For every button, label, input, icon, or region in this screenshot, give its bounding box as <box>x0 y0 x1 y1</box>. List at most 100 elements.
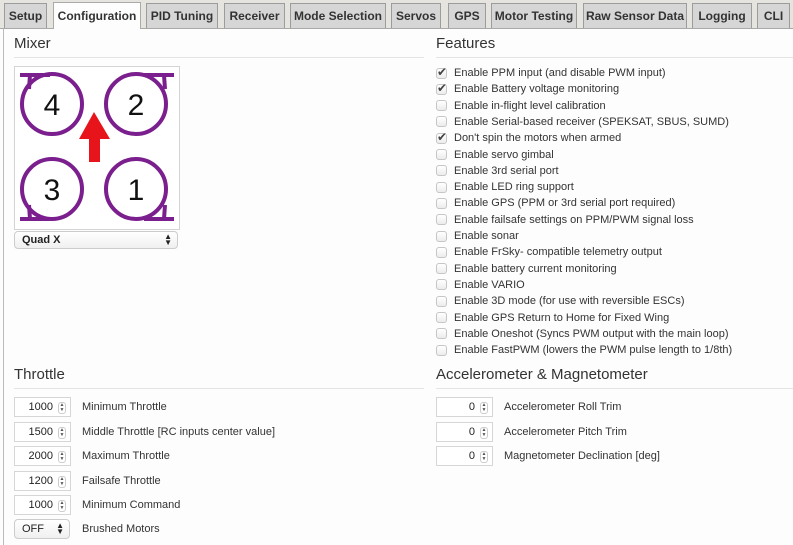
feature-checkbox[interactable] <box>436 65 447 79</box>
feature-item[interactable]: Enable GPS (PPM or 3rd serial port requi… <box>436 195 675 211</box>
mixer-preview: 4 2 3 1 <box>14 66 180 230</box>
throttle-field-input[interactable]: 2000 ▲ ▼ <box>14 446 71 466</box>
feature-item[interactable]: Enable 3D mode (for use with reversible … <box>436 293 684 309</box>
spinner-icon[interactable]: ▲ ▼ <box>58 426 66 439</box>
feature-item[interactable]: Enable FastPWM (lowers the PWM pulse len… <box>436 342 732 358</box>
feature-item[interactable]: Enable VARIO <box>436 277 525 293</box>
mixer-type-select[interactable]: Quad X ▲ ▼ <box>14 231 178 249</box>
feature-item[interactable]: Enable LED ring support <box>436 179 574 195</box>
tab-mode-selection[interactable]: Mode Selection <box>290 3 386 28</box>
feature-checkbox[interactable] <box>436 230 447 242</box>
feature-checkbox[interactable] <box>436 165 447 177</box>
feature-checkbox[interactable] <box>436 279 447 291</box>
accel-field-input[interactable]: 0 ▲ ▼ <box>436 421 493 442</box>
feature-item[interactable]: Enable Oneshot (Syncs PWM output with th… <box>436 326 729 342</box>
tab-servos[interactable]: Servos <box>391 3 441 28</box>
feature-label: Enable servo gimbal <box>454 148 554 161</box>
feature-checkbox[interactable] <box>436 214 447 226</box>
feature-checkbox[interactable] <box>436 130 447 144</box>
feature-item[interactable]: Enable FrSky- compatible telemetry outpu… <box>436 244 662 260</box>
feature-item[interactable]: Enable GPS Return to Home for Fixed Wing <box>436 310 669 326</box>
divider <box>14 57 424 58</box>
feature-label: Enable battery current monitoring <box>454 262 617 275</box>
tab-setup[interactable]: Setup <box>4 3 47 28</box>
spinner-icon[interactable]: ▲ ▼ <box>480 426 488 439</box>
throttle-field-row: 2000 ▲ ▼ Maximum Throttle <box>14 446 170 466</box>
throttle-field-input[interactable]: 1000 ▲ ▼ <box>14 495 71 515</box>
throttle-field-row: 1500 ▲ ▼ Middle Throttle [RC inputs center … <box>14 421 275 442</box>
feature-item[interactable]: Enable PPM input (and disable PWM input) <box>436 65 666 81</box>
throttle-field-value: 1000 <box>28 499 53 511</box>
tab-configuration[interactable]: Configuration <box>53 2 141 29</box>
accel-field-input[interactable]: 0 ▲ ▼ <box>436 446 493 466</box>
throttle-field-input[interactable]: 1200 ▲ ▼ <box>14 470 71 491</box>
mixer-title: Mixer <box>14 35 51 52</box>
tab-receiver[interactable]: Receiver <box>224 3 285 28</box>
accel-field-row: 0 ▲ ▼ Accelerometer Roll Trim <box>436 397 621 417</box>
accel-field-input[interactable]: 0 ▲ ▼ <box>436 397 493 417</box>
tab-bar: Setup Configuration PID Tuning Receiver … <box>0 0 793 29</box>
feature-checkbox[interactable] <box>436 197 447 209</box>
feature-label: Enable in-flight level calibration <box>454 99 606 112</box>
feature-checkbox[interactable] <box>436 295 447 307</box>
feature-item[interactable]: Enable servo gimbal <box>436 147 554 163</box>
feature-item[interactable]: Enable Battery voltage monitoring <box>436 81 619 97</box>
feature-checkbox[interactable] <box>436 312 447 323</box>
feature-checkbox[interactable] <box>436 116 447 128</box>
feature-item[interactable]: Enable failsafe settings on PPM/PWM sign… <box>436 212 694 228</box>
feature-item[interactable]: Enable sonar <box>436 228 519 244</box>
motor-label-1: 1 <box>128 174 145 207</box>
feature-checkbox[interactable] <box>436 81 447 95</box>
feature-label: Enable FastPWM (lowers the PWM pulse len… <box>454 344 733 357</box>
feature-label: Enable FrSky- compatible telemetry outpu… <box>454 246 662 259</box>
throttle-field-row: 1200 ▲ ▼ Failsafe Throttle <box>14 470 161 491</box>
spinner-icon[interactable]: ▲ ▼ <box>58 500 66 512</box>
divider <box>436 388 793 389</box>
tab-raw-sensor-data[interactable]: Raw Sensor Data <box>583 3 687 28</box>
mixer-type-value: Quad X <box>22 234 61 246</box>
feature-item[interactable]: Enable Serial-based receiver (SPEKSAT, S… <box>436 114 729 130</box>
feature-item[interactable]: Enable in-flight level calibration <box>436 98 606 114</box>
throttle-field-label: Minimum Throttle <box>82 401 167 413</box>
tab-cli[interactable]: CLI <box>757 3 790 28</box>
throttle-field-value: 1000 <box>28 401 53 413</box>
spinner-icon[interactable]: ▲ ▼ <box>58 451 66 463</box>
feature-checkbox[interactable] <box>436 328 447 340</box>
throttle-field-row: 1000 ▲ ▼ Minimum Throttle <box>14 397 167 417</box>
feature-label: Enable GPS (PPM or 3rd serial port requi… <box>454 197 676 210</box>
accel-field-value: 0 <box>468 450 475 462</box>
throttle-title: Throttle <box>14 366 65 383</box>
tab-pid-tuning[interactable]: PID Tuning <box>146 3 218 28</box>
feature-checkbox[interactable] <box>436 100 447 112</box>
throttle-field-value: 1500 <box>28 425 53 438</box>
throttle-field-value: 2000 <box>28 450 53 462</box>
accel-field-label: Magnetometer Declination [deg] <box>504 450 660 462</box>
feature-checkbox[interactable] <box>436 181 447 193</box>
throttle-field-input[interactable]: 1500 ▲ ▼ <box>14 421 71 442</box>
select-arrows-icon: ▲ ▼ <box>56 521 64 536</box>
feature-checkbox[interactable] <box>436 149 447 160</box>
feature-checkbox[interactable] <box>436 344 447 356</box>
spinner-icon[interactable]: ▲ ▼ <box>480 402 488 414</box>
feature-item[interactable]: Don't spin the motors when armed <box>436 130 621 146</box>
brushed-motors-select[interactable]: OFF ▲ ▼ <box>14 519 70 539</box>
feature-item[interactable]: Enable 3rd serial port <box>436 163 559 179</box>
throttle-field-input[interactable]: 1000 ▲ ▼ <box>14 397 71 417</box>
accel-field-label: Accelerometer Pitch Trim <box>504 425 627 438</box>
feature-label: Enable GPS Return to Home for Fixed Wing <box>454 311 670 324</box>
throttle-field-label: Maximum Throttle <box>82 450 170 462</box>
feature-label: Enable Serial-based receiver (SPEKSAT, S… <box>454 115 729 128</box>
divider <box>14 388 424 389</box>
feature-item[interactable]: Enable battery current monitoring <box>436 261 617 277</box>
tab-gps[interactable]: GPS <box>448 3 486 28</box>
accel-field-row: 0 ▲ ▼ Accelerometer Pitch Trim <box>436 421 627 442</box>
tab-motor-testing[interactable]: Motor Testing <box>491 3 577 28</box>
accel-field-value: 0 <box>468 401 475 413</box>
spinner-icon[interactable]: ▲ ▼ <box>58 402 66 414</box>
feature-checkbox[interactable] <box>436 263 447 275</box>
tab-logging[interactable]: Logging <box>692 3 752 28</box>
spinner-icon[interactable]: ▲ ▼ <box>480 451 488 463</box>
feature-label: Enable PPM input (and disable PWM input) <box>454 67 666 79</box>
spinner-icon[interactable]: ▲ ▼ <box>58 475 66 488</box>
feature-checkbox[interactable] <box>436 246 447 258</box>
